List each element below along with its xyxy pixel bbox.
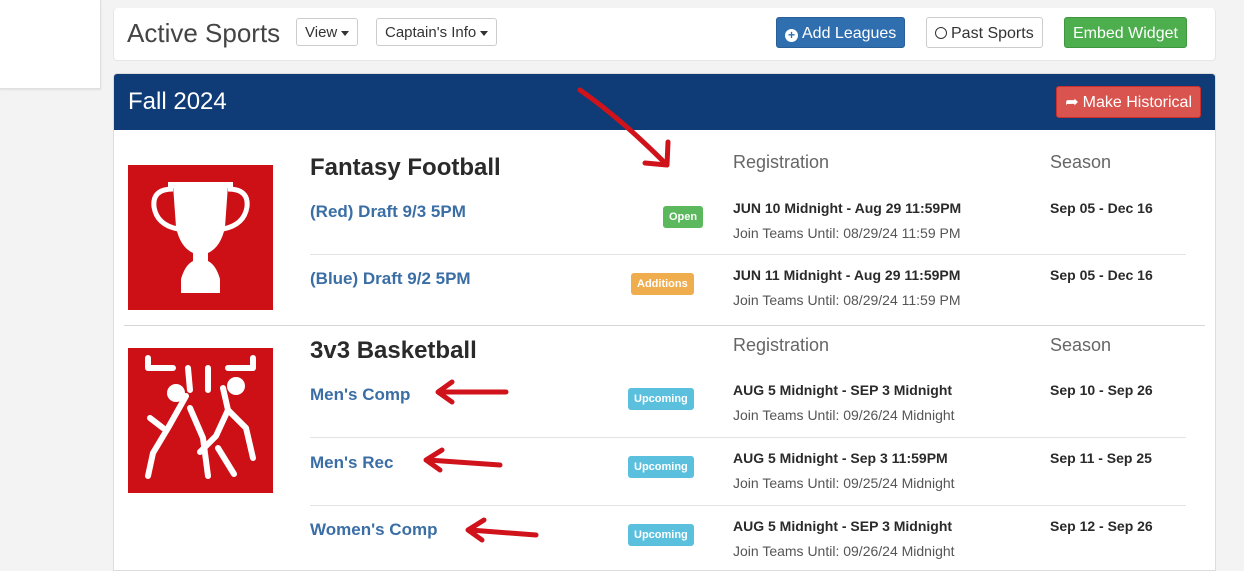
annotation-arrow-icon — [577, 87, 667, 165]
annotation-arrow-icon — [425, 457, 503, 468]
annotation-arrows — [423, 87, 671, 543]
annotation-arrow-icon — [467, 527, 539, 538]
